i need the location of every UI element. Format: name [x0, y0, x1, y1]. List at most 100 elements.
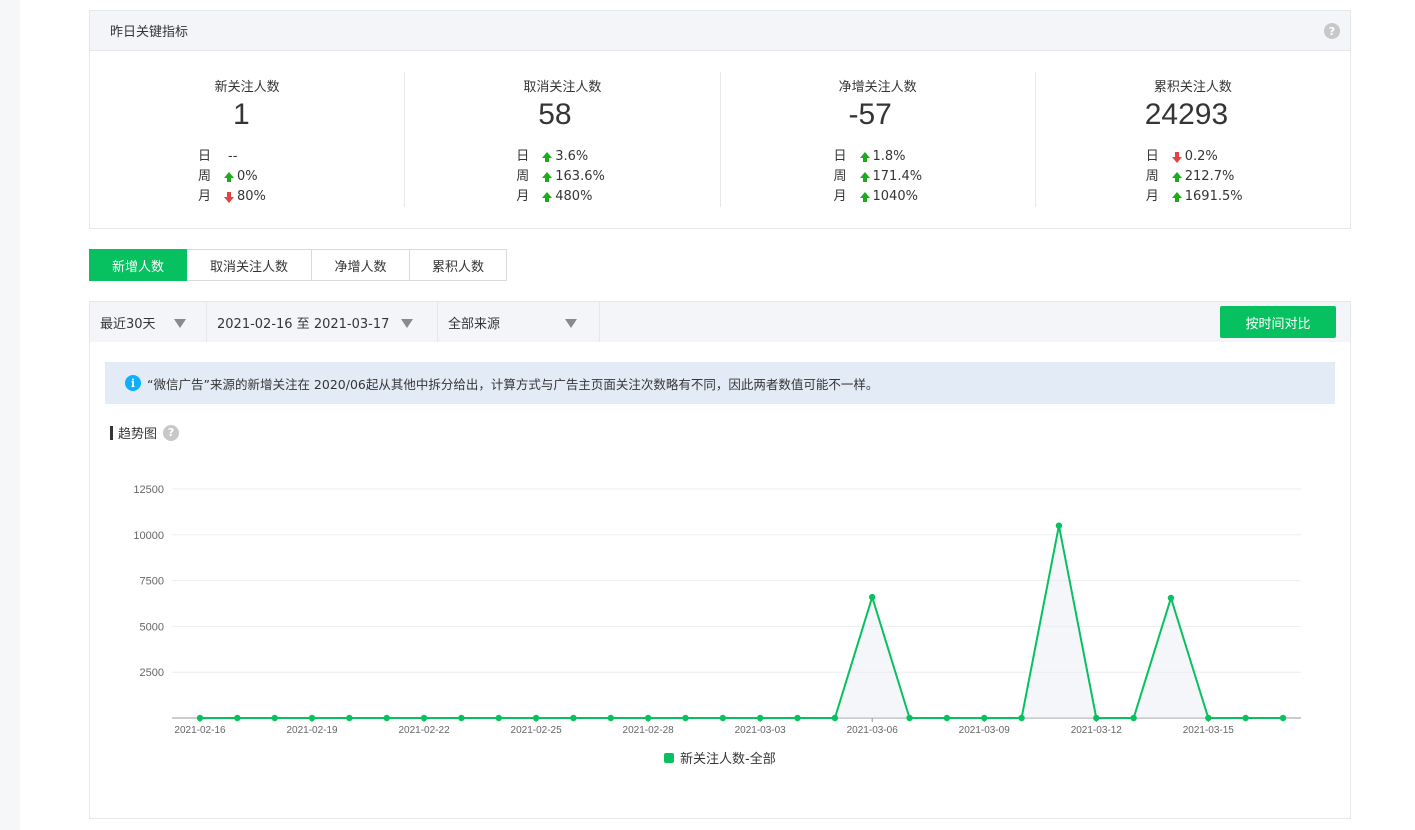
comparison-period: 周 — [1145, 169, 1159, 184]
y-tick-label: 10000 — [133, 530, 164, 542]
y-tick-label: 5000 — [140, 621, 164, 633]
arrow-up-icon — [224, 171, 234, 183]
arrow-up-icon — [859, 191, 870, 203]
data-point — [1018, 714, 1025, 722]
comparison-value: 80% — [237, 189, 266, 204]
arrow-up-icon — [859, 171, 870, 183]
data-point — [644, 714, 652, 722]
comparison-value: 171.4% — [872, 169, 923, 184]
comparison-period: 周 — [833, 169, 847, 184]
comparison-row: 周 171.4% — [834, 167, 923, 187]
tab-1[interactable]: 取消关注人数 — [187, 249, 312, 281]
metric-comparisons: 日 -- 周 0% 月 80% — [198, 147, 266, 207]
arrow-up-icon — [1171, 171, 1182, 183]
arrow-up-icon — [542, 151, 553, 163]
data-point — [1093, 714, 1100, 722]
y-tick-label: 2500 — [140, 667, 164, 679]
data-point — [869, 593, 876, 601]
data-point — [794, 714, 801, 722]
metric-value: 58 — [538, 98, 572, 131]
x-tick-label: 2021-02-28 — [623, 725, 675, 736]
data-point — [607, 714, 614, 722]
y-tick-label: 7500 — [140, 576, 164, 588]
comparison-row: 周 163.6% — [516, 167, 605, 187]
metric-tabs: 新增人数 取消关注人数 净增人数 累积人数 — [89, 249, 507, 281]
x-tick-label: 2021-02-22 — [398, 725, 450, 736]
series-area — [200, 525, 1283, 718]
data-point — [1279, 714, 1287, 722]
main-content: 昨日关键指标 ? 新关注人数 1 日 -- 周 0% 月 80% 取消关注人数 58 日 3.6% 周 1… — [20, 0, 1415, 830]
x-tick-label: 2021-03-06 — [847, 725, 899, 736]
comparison-row: 日 -- — [198, 147, 266, 167]
arrow-up-icon — [542, 171, 553, 183]
comparison-value: 0.2% — [1184, 149, 1218, 164]
data-point — [831, 714, 839, 722]
comparison-value: 0% — [237, 169, 258, 184]
x-tick-label: 2021-02-19 — [286, 725, 338, 736]
metric-title: 新关注人数 — [214, 80, 280, 95]
comparison-period: 月 — [1145, 189, 1159, 204]
data-point — [495, 714, 502, 722]
key-metrics-body: 新关注人数 1 日 -- 周 0% 月 80% 取消关注人数 58 日 3.6% 周 163.6% 月 480… — [90, 51, 1350, 229]
comparison-row: 周 212.7% — [1146, 167, 1243, 187]
data-point — [234, 714, 241, 722]
metric-title: 取消关注人数 — [523, 80, 602, 95]
comparison-row: 月 80% — [198, 187, 266, 207]
metric-comparisons: 日 3.6% 周 163.6% 月 480% — [516, 147, 605, 207]
x-tick-label: 2021-03-15 — [1183, 725, 1235, 736]
comparison-period: 日 — [198, 149, 212, 164]
comparison-value: 480% — [555, 189, 593, 204]
comparison-period: 月 — [833, 189, 847, 204]
comparison-value: 1691.5% — [1184, 189, 1243, 204]
tab-0[interactable]: 新增人数 — [89, 249, 187, 281]
trend-chart: 2500 5000 7500 10000 12500 2021-02-16 2021-02-… — [133, 484, 1301, 736]
comparison-value: 163.6% — [555, 169, 605, 184]
arrow-down-icon — [224, 191, 234, 203]
metric-title: 净增关注人数 — [838, 80, 917, 95]
comparison-value: 1.8% — [872, 149, 906, 164]
key-metrics-panel: 昨日关键指标 ? 新关注人数 1 日 -- 周 0% 月 80% 取消关注人数 58 日 3.6% 周 1… — [89, 10, 1351, 229]
comparison-row: 周 0% — [198, 167, 266, 187]
comparison-period: 周 — [198, 169, 212, 184]
data-point — [906, 714, 913, 722]
data-point — [981, 714, 988, 722]
chart-legend[interactable]: 新关注人数-全部 — [664, 748, 776, 767]
data-point — [1055, 522, 1063, 529]
help-icon[interactable]: ? — [1324, 23, 1340, 39]
metric-comparisons: 日 0.2% 周 212.7% 月 1691.5% — [1146, 147, 1243, 207]
tab-3[interactable]: 累积人数 — [410, 249, 507, 281]
key-metrics-header: 昨日关键指标 ? — [90, 11, 1350, 51]
comparison-period: 月 — [516, 189, 530, 204]
metric-card: 新关注人数 1 日 -- 周 0% 月 80% — [90, 72, 406, 207]
data-point — [756, 714, 764, 722]
data-point — [346, 714, 353, 722]
comparison-period: 日 — [1145, 149, 1159, 164]
comparison-period: 日 — [833, 149, 847, 164]
arrow-up-icon — [542, 191, 553, 203]
data-point — [719, 714, 727, 722]
x-tick-label: 2021-03-12 — [1071, 725, 1123, 736]
arrow-up-icon — [859, 151, 870, 163]
comparison-value: 212.7% — [1184, 169, 1235, 184]
data-point — [271, 714, 278, 722]
data-point — [943, 714, 951, 722]
comparison-value: 3.6% — [555, 149, 589, 164]
data-point — [383, 714, 390, 722]
sidebar-gutter — [0, 0, 20, 830]
x-tick-label: 2021-03-09 — [959, 725, 1011, 736]
data-point — [1167, 594, 1175, 602]
comparison-row: 月 480% — [516, 187, 605, 207]
metric-card: 累积关注人数 24293 日 0.2% 周 212.7% 月 1691.5% — [1036, 72, 1350, 207]
arrow-down-icon — [1171, 151, 1182, 163]
metric-card: 净增关注人数 -57 日 1.8% 周 171.4% 月 1040% — [721, 72, 1036, 207]
comparison-value: -- — [228, 149, 238, 164]
comparison-period: 周 — [516, 169, 530, 184]
trend-panel: 最近30天 2021-02-16 至 2021-03-17 全部来源 按时间对比… — [89, 301, 1351, 819]
comparison-row: 日 3.6% — [516, 147, 605, 167]
comparison-row: 日 1.8% — [834, 147, 923, 167]
comparison-period: 日 — [516, 149, 530, 164]
legend-label: 新关注人数-全部 — [680, 752, 776, 767]
tab-2[interactable]: 净增人数 — [312, 249, 410, 281]
data-point — [420, 714, 428, 722]
x-tick-label: 2021-02-25 — [511, 725, 563, 736]
